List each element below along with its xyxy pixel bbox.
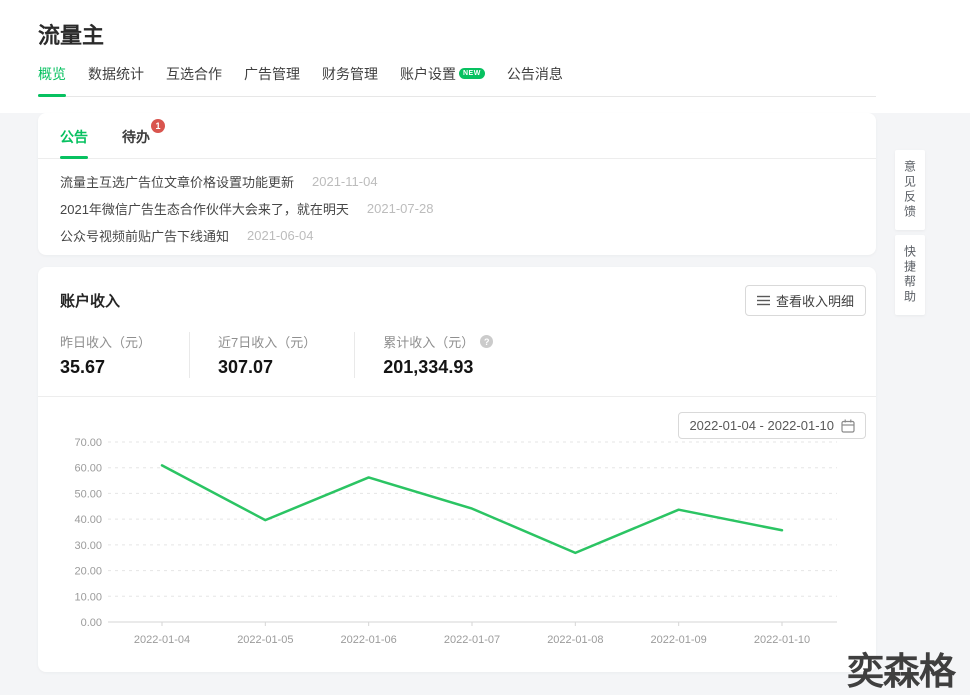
announcement-date: 2021-11-04 bbox=[312, 174, 378, 189]
stat-last7days-income: 近7日收入（元） 307.07 bbox=[189, 332, 354, 378]
tab-overview[interactable]: 概览 bbox=[38, 60, 66, 97]
tab-account-settings-label: 账户设置 bbox=[400, 66, 456, 82]
watermark-logo: 奕森格 bbox=[847, 651, 956, 692]
stat-label: 累计收入（元） bbox=[383, 335, 475, 350]
announcement-list: 流量主互选广告位文章价格设置功能更新 2021-11-04 2021年微信广告生… bbox=[38, 159, 876, 249]
announcement-tabs: 公告 待办 1 bbox=[38, 113, 876, 159]
svg-text:20.00: 20.00 bbox=[74, 566, 102, 578]
stat-label: 近7日收入（元） bbox=[218, 335, 317, 350]
new-badge: NEW bbox=[459, 68, 485, 79]
stat-value: 35.67 bbox=[60, 357, 106, 377]
tab-account-settings[interactable]: 账户设置 NEW bbox=[400, 60, 485, 96]
announcement-text: 2021年微信广告生态合作伙伴大会来了，就在明天 bbox=[60, 202, 349, 217]
stat-label: 昨日收入（元） bbox=[60, 335, 152, 350]
list-item[interactable]: 流量主互选广告位文章价格设置功能更新 2021-11-04 bbox=[60, 168, 854, 195]
feedback-button[interactable]: 意见反馈 bbox=[895, 150, 925, 230]
page-title: 流量主 bbox=[38, 23, 105, 48]
stat-total-income: 累计收入（元） ? 201,334.93 bbox=[354, 332, 531, 378]
tab-announcement[interactable]: 公告 bbox=[60, 127, 88, 159]
svg-text:2022-01-09: 2022-01-09 bbox=[651, 634, 707, 646]
stat-value: 307.07 bbox=[218, 357, 274, 377]
todo-count-badge: 1 bbox=[151, 119, 165, 133]
account-income-card: 账户收入 查看收入明细 昨日收入（元） 35.67 近7日收入（元） 307.0… bbox=[38, 267, 876, 672]
stat-value: 201,334.93 bbox=[383, 357, 474, 377]
income-chart: 0.00 10.00 20.00 30.00 40.00 50.00 60.00 70.00 2… bbox=[74, 437, 837, 646]
view-income-detail-button[interactable]: 查看收入明细 bbox=[744, 285, 866, 316]
help-question-icon[interactable]: ? bbox=[480, 335, 494, 348]
announcement-card: 公告 待办 1 流量主互选广告位文章价格设置功能更新 2021-11-04 202… bbox=[38, 113, 876, 255]
income-card-title: 账户收入 bbox=[60, 293, 121, 310]
svg-text:50.00: 50.00 bbox=[74, 488, 102, 500]
main-nav: 概览 数据统计 互选合作 广告管理 财务管理 账户设置 NEW 公告消息 bbox=[38, 60, 876, 97]
tab-ad-management[interactable]: 广告管理 bbox=[244, 60, 300, 96]
announcement-date: 2021-06-04 bbox=[247, 228, 314, 243]
svg-text:60.00: 60.00 bbox=[74, 463, 102, 475]
tab-todo[interactable]: 待办 1 bbox=[122, 119, 165, 158]
income-stats: 昨日收入（元） 35.67 近7日收入（元） 307.07 累计收入（元） ? … bbox=[60, 332, 876, 378]
announcement-text: 公众号视频前贴广告下线通知 bbox=[60, 229, 230, 244]
svg-text:2022-01-05: 2022-01-05 bbox=[237, 634, 293, 646]
svg-text:40.00: 40.00 bbox=[74, 514, 102, 526]
list-icon bbox=[756, 295, 770, 306]
quick-help-button[interactable]: 快捷帮助 bbox=[895, 235, 925, 315]
list-item[interactable]: 2021年微信广告生态合作伙伴大会来了，就在明天 2021-07-28 bbox=[60, 195, 854, 222]
page-header: 流量主 概览 数据统计 互选合作 广告管理 财务管理 账户设置 NEW 公告消息 bbox=[0, 0, 970, 113]
svg-text:0.00: 0.00 bbox=[81, 617, 102, 629]
tab-finance-management[interactable]: 财务管理 bbox=[322, 60, 378, 96]
svg-text:30.00: 30.00 bbox=[74, 540, 102, 552]
announcement-date: 2021-07-28 bbox=[366, 201, 434, 216]
view-income-detail-label: 查看收入明细 bbox=[775, 294, 854, 309]
list-item[interactable]: 公众号视频前贴广告下线通知 2021-06-04 bbox=[60, 222, 854, 249]
announcement-text: 流量主互选广告位文章价格设置功能更新 bbox=[60, 175, 295, 190]
svg-text:2022-01-04: 2022-01-04 bbox=[134, 634, 190, 646]
svg-text:2022-01-07: 2022-01-07 bbox=[444, 634, 500, 646]
stat-yesterday-income: 昨日收入（元） 35.67 bbox=[60, 332, 189, 378]
tab-todo-label: 待办 bbox=[122, 129, 150, 145]
tab-mutual-selection[interactable]: 互选合作 bbox=[166, 60, 222, 96]
tab-announcement-messages[interactable]: 公告消息 bbox=[507, 60, 563, 96]
tab-data-statistics[interactable]: 数据统计 bbox=[88, 60, 144, 96]
svg-text:70.00: 70.00 bbox=[74, 437, 102, 449]
svg-text:2022-01-08: 2022-01-08 bbox=[547, 634, 603, 646]
svg-text:10.00: 10.00 bbox=[74, 591, 102, 603]
svg-text:2022-01-10: 2022-01-10 bbox=[754, 634, 810, 646]
svg-text:2022-01-06: 2022-01-06 bbox=[341, 634, 397, 646]
